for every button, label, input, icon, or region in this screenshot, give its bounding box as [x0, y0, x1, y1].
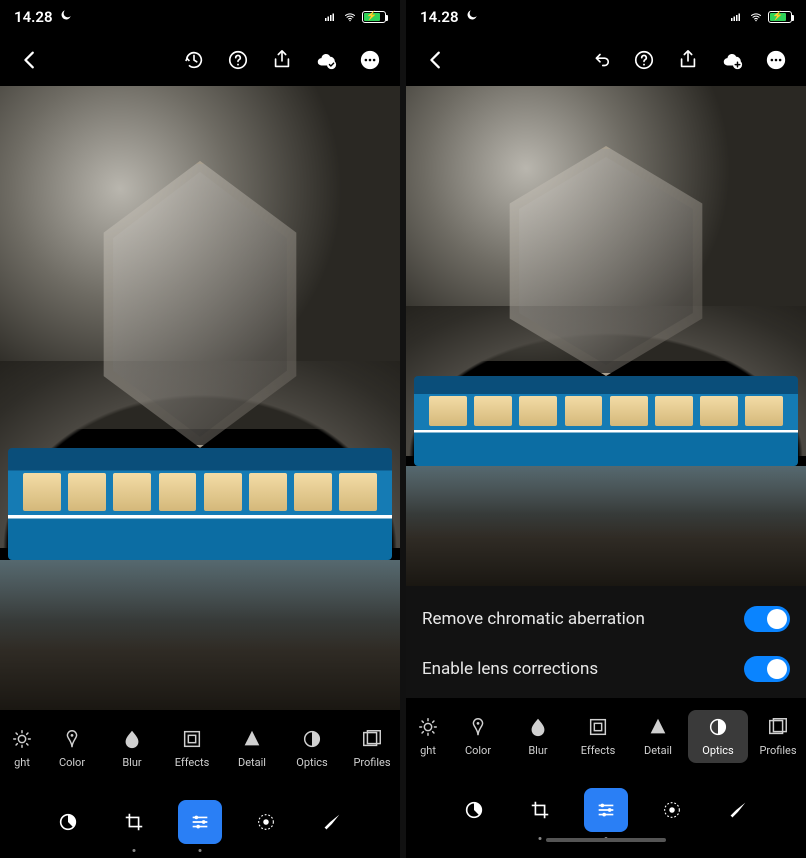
wifi-icon: [342, 11, 358, 23]
status-bar: 14.28 ⚡: [0, 0, 400, 34]
lens-correction-toggle[interactable]: [744, 656, 790, 682]
status-time: 14.28: [420, 8, 459, 26]
tool-crop[interactable]: [518, 788, 562, 832]
adjust-detail[interactable]: Detail: [628, 710, 688, 763]
cellular-signal-icon: [321, 11, 338, 23]
adjust-detail-label: Detail: [238, 756, 266, 769]
tool-presets[interactable]: [46, 800, 90, 844]
tool-heal[interactable]: [716, 788, 760, 832]
adjust-optics[interactable]: Optics: [688, 710, 748, 763]
adjust-light[interactable]: ght: [2, 722, 42, 775]
do-not-disturb-icon: [465, 8, 479, 26]
help-button[interactable]: [626, 42, 662, 78]
adjust-effects-label: Effects: [175, 756, 210, 769]
adjust-color-label: Color: [465, 744, 491, 757]
adjust-detail[interactable]: Detail: [222, 722, 282, 775]
share-button[interactable]: [264, 42, 300, 78]
adjust-optics-label: Optics: [702, 744, 733, 757]
chromatic-aberration-toggle[interactable]: [744, 606, 790, 632]
tool-mask[interactable]: [650, 788, 694, 832]
phone-right: 14.28 ⚡ Remove chromatic aberr: [406, 0, 806, 858]
do-not-disturb-icon: [59, 8, 73, 26]
cloud-synced-button[interactable]: [308, 42, 344, 78]
adjust-light-label: ght: [14, 756, 30, 769]
adjust-blur-label: Blur: [528, 744, 547, 757]
adjust-color[interactable]: Color: [42, 722, 102, 775]
battery-charging-icon: ⚡: [768, 11, 792, 23]
more-button[interactable]: [758, 42, 794, 78]
app-toolbar: [0, 34, 400, 86]
adjust-effects[interactable]: Effects: [162, 722, 222, 775]
adjust-detail-label: Detail: [644, 744, 672, 757]
tool-adjust[interactable]: [178, 800, 222, 844]
tool-tabs: [406, 774, 806, 846]
tool-mask[interactable]: [244, 800, 288, 844]
adjust-optics-label: Optics: [296, 756, 327, 769]
tool-adjust[interactable]: [584, 788, 628, 832]
adjust-blur[interactable]: Blur: [508, 710, 568, 763]
back-button[interactable]: [12, 42, 48, 78]
adjust-effects-label: Effects: [581, 744, 616, 757]
adjust-effects[interactable]: Effects: [568, 710, 628, 763]
battery-charging-icon: ⚡: [362, 11, 386, 23]
back-button[interactable]: [418, 42, 454, 78]
lens-correction-label: Enable lens corrections: [422, 659, 598, 679]
adjust-profiles[interactable]: Profiles: [342, 722, 400, 775]
phone-left: 14.28 ⚡ ght Color Blur Ef: [0, 0, 400, 858]
photo-canvas[interactable]: [0, 86, 400, 710]
more-button[interactable]: [352, 42, 388, 78]
chromatic-aberration-row: Remove chromatic aberration: [422, 594, 790, 644]
status-bar: 14.28 ⚡: [406, 0, 806, 34]
adjust-profiles[interactable]: Profiles: [748, 710, 806, 763]
app-toolbar: [406, 34, 806, 86]
optics-panel: Remove chromatic aberration Enable lens …: [406, 586, 806, 698]
adjust-blur[interactable]: Blur: [102, 722, 162, 775]
wifi-icon: [748, 11, 764, 23]
tool-crop[interactable]: [112, 800, 156, 844]
adjust-profiles-label: Profiles: [353, 756, 390, 769]
adjust-light[interactable]: ght: [408, 710, 448, 763]
undo-button[interactable]: [582, 42, 618, 78]
adjust-optics[interactable]: Optics: [282, 722, 342, 775]
lens-correction-row: Enable lens corrections: [422, 644, 790, 694]
adjust-categories-strip[interactable]: ght Color Blur Effects Detail Optics Pro…: [406, 698, 806, 774]
cloud-upload-button[interactable]: [714, 42, 750, 78]
photo-canvas[interactable]: [406, 86, 806, 586]
history-button[interactable]: [176, 42, 212, 78]
adjust-categories-strip[interactable]: ght Color Blur Effects Detail Optics Pro…: [0, 710, 400, 786]
adjust-profiles-label: Profiles: [759, 744, 796, 757]
status-time: 14.28: [14, 8, 53, 26]
tool-heal[interactable]: [310, 800, 354, 844]
chromatic-aberration-label: Remove chromatic aberration: [422, 609, 645, 629]
tool-tabs: [0, 786, 400, 858]
adjust-light-label: ght: [420, 744, 436, 757]
adjust-blur-label: Blur: [122, 756, 141, 769]
cellular-signal-icon: [727, 11, 744, 23]
adjust-color[interactable]: Color: [448, 710, 508, 763]
help-button[interactable]: [220, 42, 256, 78]
adjust-color-label: Color: [59, 756, 85, 769]
tool-presets[interactable]: [452, 788, 496, 832]
home-indicator: [546, 838, 666, 842]
share-button[interactable]: [670, 42, 706, 78]
